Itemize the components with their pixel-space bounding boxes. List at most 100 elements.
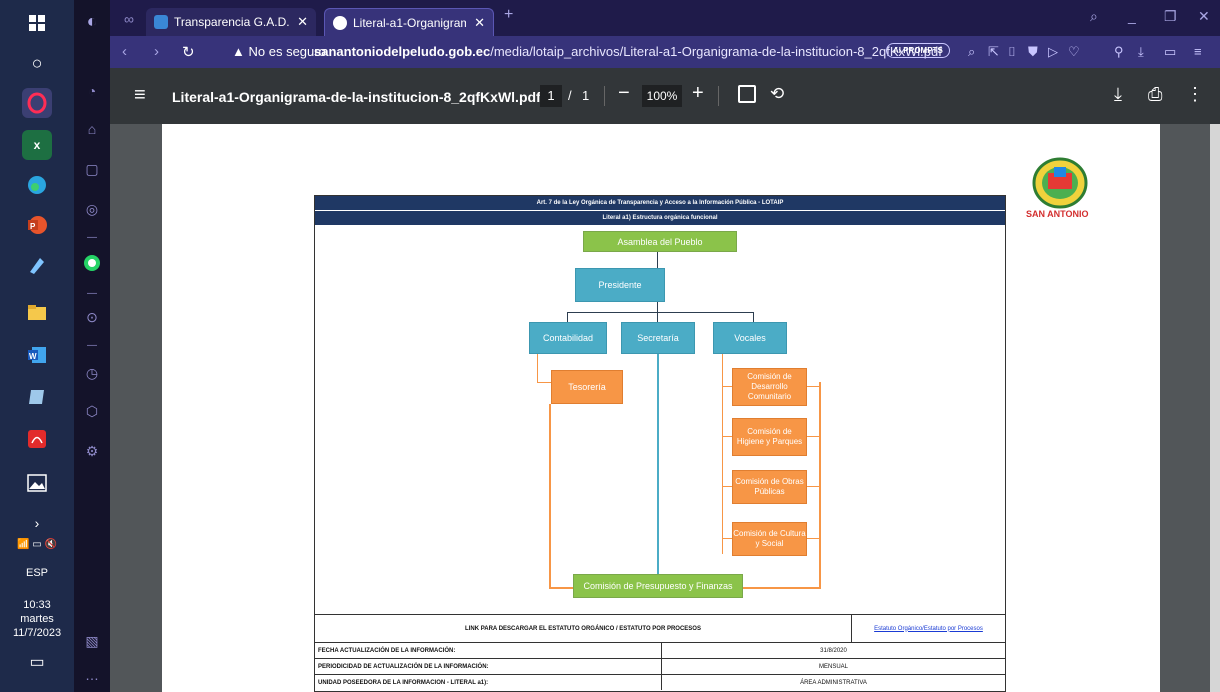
search-icon[interactable]: ⌕ [968, 44, 975, 60]
shopping-bag-icon[interactable]: ⌂ [81, 118, 103, 140]
more-options-icon[interactable]: … [81, 664, 103, 686]
clock-day: martes [20, 613, 54, 625]
chevron-right-icon[interactable]: › [0, 516, 74, 530]
more-actions-icon[interactable]: ⋮ [1186, 84, 1204, 105]
whatsapp-icon[interactable] [81, 252, 103, 274]
org-box-tesoreria: Tesorería [551, 370, 623, 404]
photos-icon[interactable] [22, 468, 52, 498]
twitch-icon[interactable]: ▢ [81, 158, 103, 180]
sidebar-divider: — [87, 287, 97, 299]
extensions-icon[interactable]: ⬡ [81, 400, 103, 422]
row-value: MENSUAL [818, 663, 848, 670]
zoom-in-button[interactable]: + [692, 82, 704, 105]
clock-date: 11/7/2023 [12, 627, 62, 639]
battery-saver-icon[interactable]: ▭ [1164, 44, 1176, 60]
vpn-icon[interactable]: ⛊ [1028, 44, 1038, 60]
org-box-secretaria: Secretaría [621, 322, 695, 354]
org-box-comision-obras: Comisión de Obras Públicas [732, 470, 807, 504]
heart-icon[interactable]: ♡ [1068, 44, 1080, 60]
notes-app-icon[interactable] [22, 382, 52, 412]
close-window-button[interactable]: ✕ [1198, 8, 1210, 25]
snapshot-icon[interactable]: ⌷ [1008, 44, 1016, 60]
opera-logo-icon[interactable]: ◐ [81, 10, 103, 32]
org-box-comision-cultura: Comisión de Cultura y Social [732, 522, 807, 556]
maximize-button[interactable]: ❐ [1164, 8, 1177, 25]
connector-line [722, 436, 732, 437]
tab-transparencia[interactable]: Transparencia G.A.D. San A ✕ [146, 8, 316, 36]
tab-literal-pdf[interactable]: Literal-a1-Organigrama-de ✕ [324, 8, 494, 36]
print-icon[interactable]: ⎙ [1148, 84, 1162, 105]
zoom-out-button[interactable]: − [618, 82, 630, 105]
table-row: UNIDAD POSEEDORA DE LA INFORMACION - LIT… [315, 674, 1005, 690]
download-icon[interactable]: ⤓ [1138, 44, 1144, 60]
powerpoint-icon[interactable]: P [22, 210, 52, 240]
settings-gear-icon[interactable]: ⚙ [81, 440, 103, 462]
row-value: 31/8/2020 [820, 647, 847, 654]
estatuto-link[interactable]: Estatuto Orgánico/Estatuto por Procesos [874, 626, 983, 632]
zoom-level-input[interactable]: 100% [642, 85, 682, 107]
reload-icon[interactable]: ↻ [182, 43, 195, 61]
connector-line [722, 538, 732, 539]
back-icon[interactable]: ‹ [122, 43, 127, 60]
easy-setup-icon[interactable]: ≡ [1194, 44, 1202, 59]
share-icon[interactable]: ⇱ [988, 44, 999, 60]
ai-prompts-button[interactable]: AI PROMPTS [886, 43, 950, 58]
new-tab-button[interactable]: + [504, 6, 513, 24]
connector-line [537, 382, 551, 383]
send-icon[interactable]: ▷ [1048, 44, 1058, 60]
scrollbar[interactable] [1210, 124, 1220, 692]
menu-icon[interactable]: ≡ [134, 84, 146, 107]
close-tab-icon[interactable]: ✕ [474, 15, 485, 31]
notifications-icon[interactable]: ▭ [0, 655, 74, 671]
pen-app-icon[interactable] [22, 250, 52, 280]
org-box-vocales: Vocales [713, 322, 787, 354]
connector-line [567, 312, 753, 313]
toolbar-divider [718, 86, 719, 106]
connector-line [819, 382, 821, 588]
security-warning[interactable]: ▲ No es seguro [232, 44, 326, 59]
minimize-button[interactable]: _ [1128, 8, 1136, 24]
system-tray-icons[interactable]: 📶 ▭ 🔇 [0, 538, 74, 552]
table-row: FECHA ACTUALIZACIÓN DE LA INFORMACIÓN: 3… [315, 642, 1005, 658]
connector-line [657, 312, 658, 322]
logo-text: SAN ANTONIO [1026, 209, 1089, 219]
row-value: ÁREA ADMINISTRATIVA [800, 679, 867, 686]
connector-line [567, 312, 568, 322]
history-icon[interactable]: ◷ [81, 362, 103, 384]
instagram-icon[interactable]: ◎ [81, 198, 103, 220]
windows-start-icon[interactable] [22, 8, 52, 38]
url-field[interactable]: sanantoniodelpeludo.gob.ec/media/lotaip_… [314, 44, 942, 59]
row-label: FECHA ACTUALIZACIÓN DE LA INFORMACIÓN: [318, 647, 456, 654]
screen: ○ x P W › 📶 ▭ 🔇 ESP 10:33 martes 11/7/20… [0, 0, 1220, 692]
connector-line [753, 312, 754, 322]
forward-icon[interactable]: › [154, 43, 159, 60]
connector-line [722, 486, 732, 487]
player-icon[interactable]: ⊙ [81, 306, 103, 328]
acrobat-icon[interactable] [22, 424, 52, 454]
word-icon[interactable]: W [22, 340, 52, 370]
speed-dial-icon[interactable]: ◔ [81, 80, 103, 102]
opera-browser-icon[interactable] [22, 88, 52, 118]
document-header-literal: Literal a1) Estructura orgánica funciona… [315, 211, 1005, 225]
excel-icon[interactable]: x [22, 130, 52, 160]
org-box-comision-presupuesto: Comisión de Presupuesto y Finanzas [573, 574, 743, 598]
windows-taskbar: ○ x P W › 📶 ▭ 🔇 ESP 10:33 martes 11/7/20… [0, 0, 74, 692]
address-bar: ‹ › ↻ ▲ No es seguro sanantoniodelpeludo… [110, 36, 1220, 68]
account-icon[interactable]: ⚲ [1114, 44, 1124, 60]
file-explorer-icon[interactable] [22, 298, 52, 328]
close-tab-icon[interactable]: ✕ [297, 14, 308, 30]
tab-islands-icon[interactable]: ∞ [118, 8, 140, 30]
tab-search-icon[interactable]: ⌕ [1090, 8, 1098, 25]
language-indicator[interactable]: ESP [0, 566, 74, 580]
edge-icon[interactable] [22, 170, 52, 200]
clock-time[interactable]: 10:33 [0, 598, 74, 612]
row-label: PERIODICIDAD DE ACTUALIZACIÓN DE LA INFO… [318, 663, 489, 670]
rotate-icon[interactable]: ⟲ [770, 84, 784, 104]
wallet-icon[interactable]: ▧ [81, 630, 103, 652]
svg-text:P: P [30, 222, 36, 231]
page-number-input[interactable]: 1 [540, 85, 562, 107]
download-icon[interactable]: ⤓ [1114, 84, 1122, 105]
fit-page-icon[interactable] [738, 85, 756, 103]
search-icon[interactable]: ○ [22, 48, 52, 78]
connector-line [743, 587, 821, 589]
